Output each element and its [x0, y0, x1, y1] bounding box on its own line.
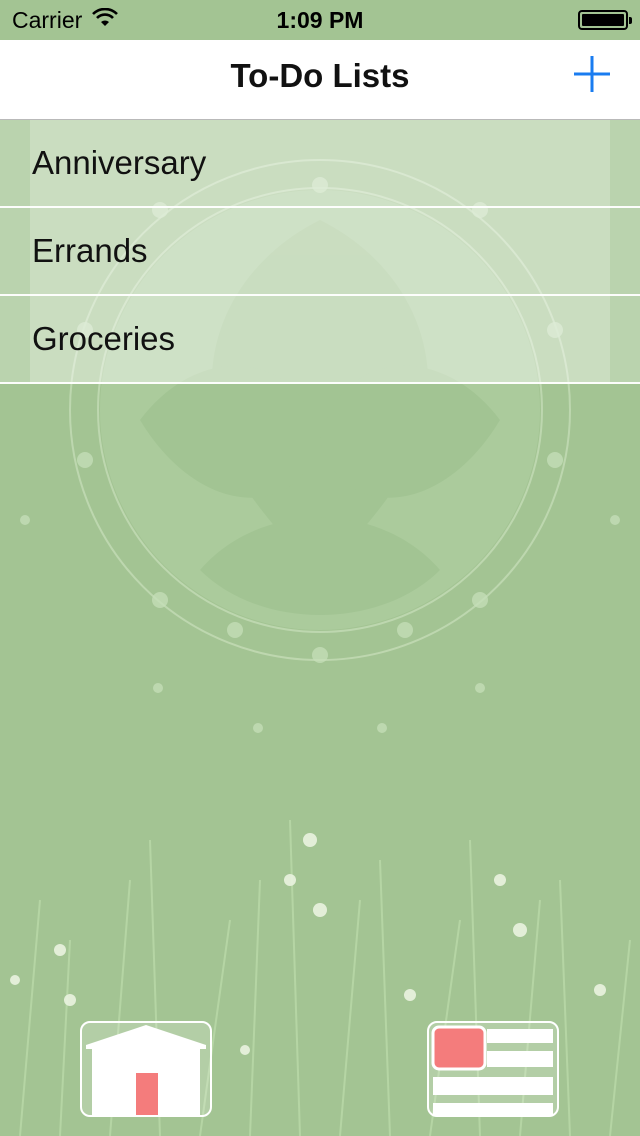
- carrier-label: Carrier: [12, 6, 83, 33]
- list-item-groceries[interactable]: Groceries: [0, 296, 640, 384]
- status-left: Carrier: [12, 6, 119, 34]
- list-icon: [431, 1025, 553, 1115]
- add-list-button[interactable]: [572, 54, 612, 94]
- list-item-label: Errands: [32, 232, 148, 269]
- status-bar: Carrier 1:09 PM: [0, 0, 640, 40]
- page-title: To-Do Lists: [230, 57, 410, 94]
- todo-lists-table: Anniversary Errands Groceries: [0, 120, 640, 384]
- battery-icon: [578, 10, 632, 30]
- navigation-bar: To-Do Lists: [0, 40, 640, 120]
- list-item-errands[interactable]: Errands: [0, 208, 640, 296]
- lists-button[interactable]: [427, 1021, 559, 1117]
- home-button[interactable]: [80, 1021, 212, 1117]
- house-icon: [86, 1025, 206, 1115]
- wifi-icon: [92, 7, 119, 34]
- list-item-label: Groceries: [32, 320, 176, 357]
- list-item-label: Anniversary: [32, 144, 207, 181]
- plus-icon: [574, 56, 610, 92]
- list-item-anniversary[interactable]: Anniversary: [0, 120, 640, 208]
